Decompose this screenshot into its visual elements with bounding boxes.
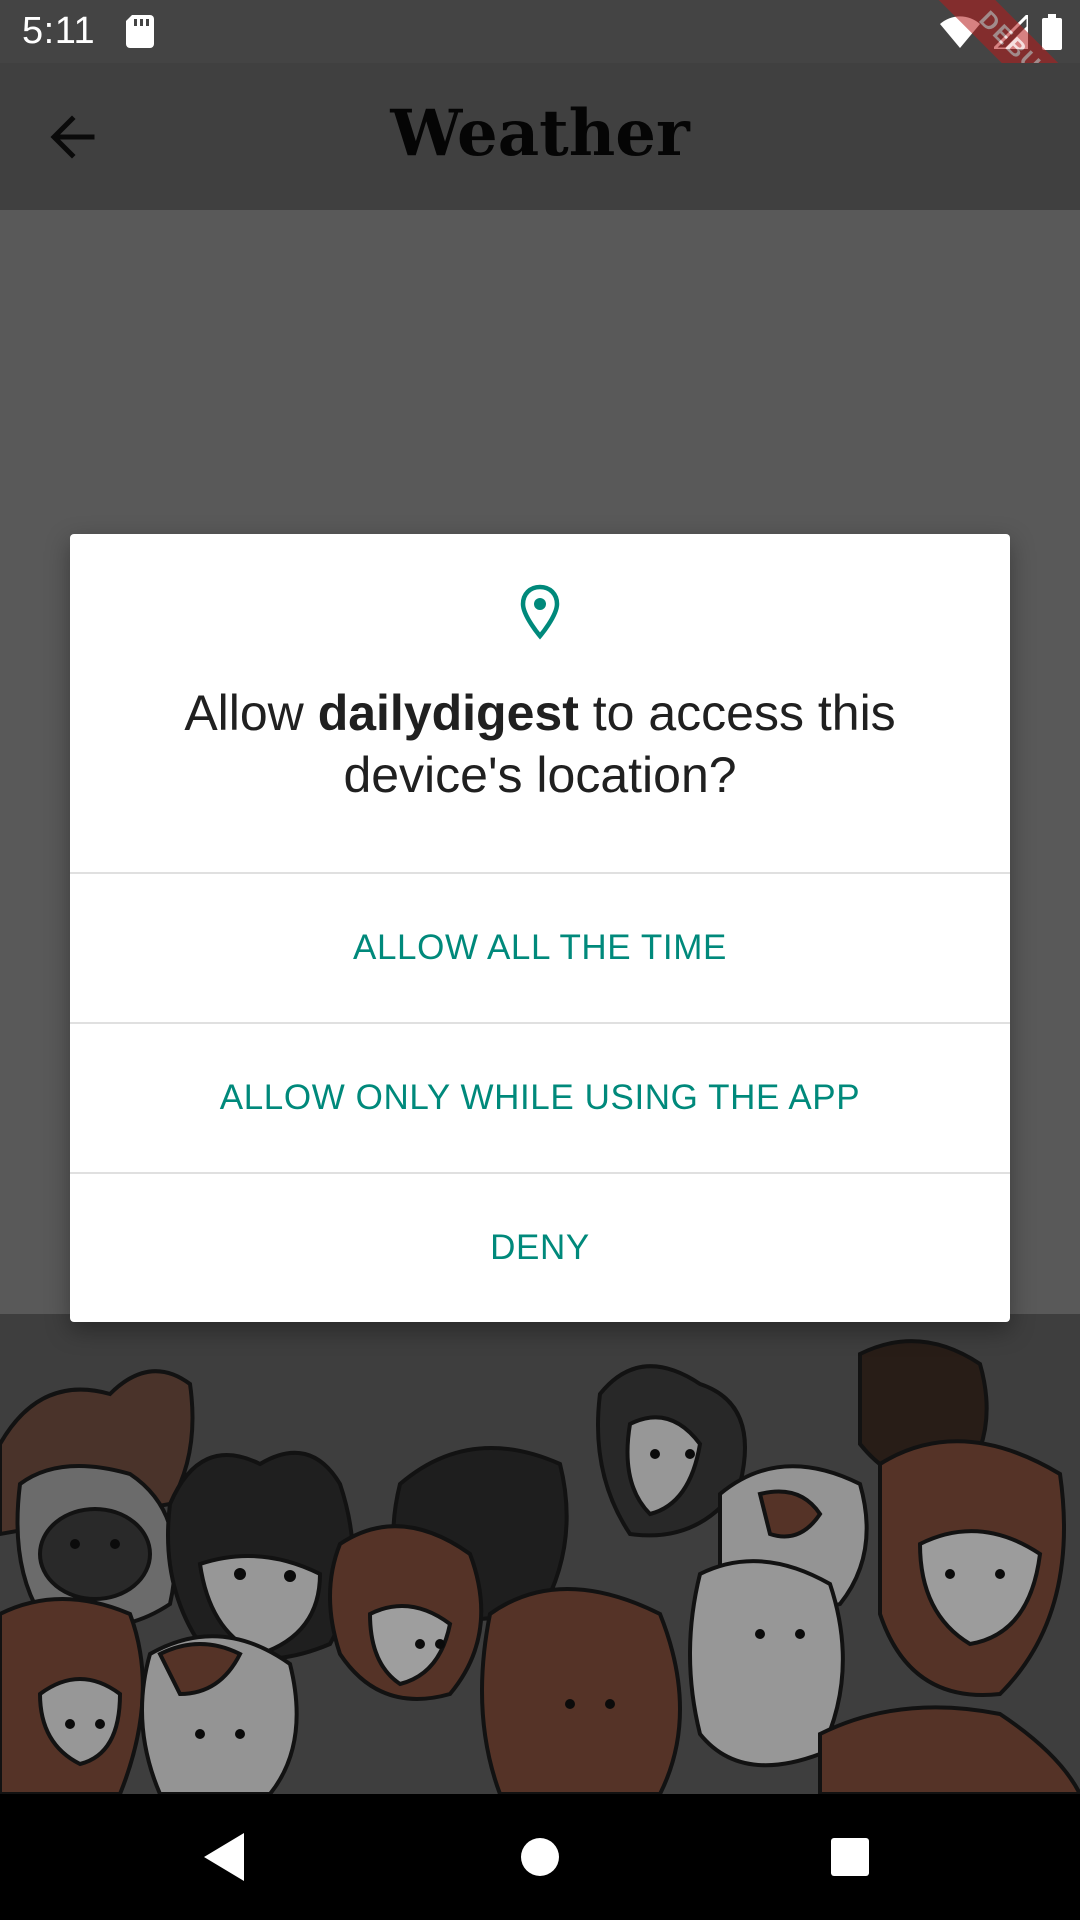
- allow-while-using-button[interactable]: ALLOW ONLY WHILE USING THE APP: [70, 1024, 1010, 1172]
- deny-button[interactable]: DENY: [70, 1174, 1010, 1322]
- home-circle-icon[interactable]: [510, 1827, 570, 1887]
- location-pin-icon: [520, 584, 560, 640]
- dialog-title-prefix: Allow: [184, 685, 318, 741]
- back-triangle-icon[interactable]: [196, 1827, 256, 1887]
- app-screen: 5:11 DEBUG Weather Allow dailydigest to …: [0, 0, 1080, 1794]
- recents-square-icon[interactable]: [820, 1827, 880, 1887]
- navigation-bar: [0, 1794, 1080, 1920]
- dialog-title: Allow dailydigest to access this device'…: [110, 682, 970, 806]
- dialog-app-name: dailydigest: [317, 685, 579, 741]
- permission-dialog: Allow dailydigest to access this device'…: [70, 534, 1010, 1322]
- allow-all-the-time-button[interactable]: ALLOW ALL THE TIME: [70, 874, 1010, 1022]
